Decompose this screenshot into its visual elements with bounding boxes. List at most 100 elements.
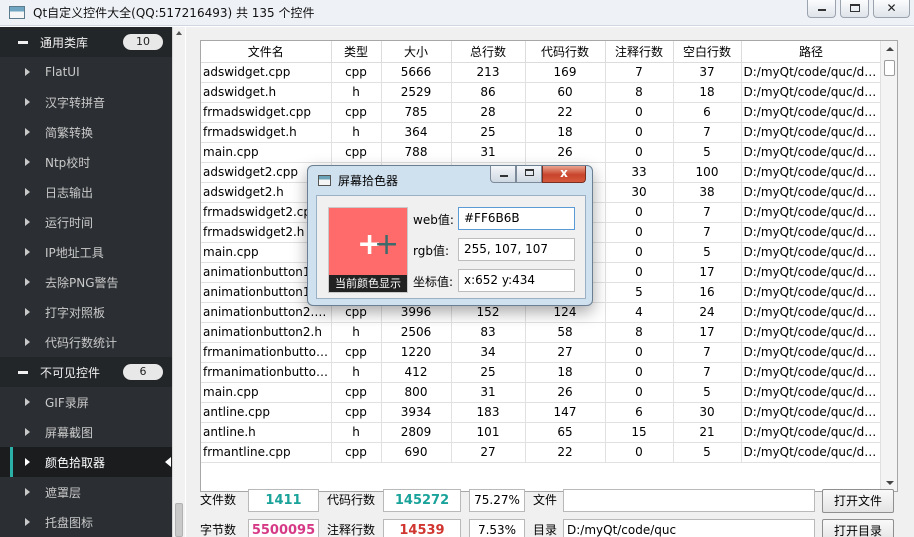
table-row[interactable]: antline.cpp cpp 3934 183 147 6 30 D:/myQt/code/… (201, 402, 882, 423)
cell-blank: 7 (673, 122, 742, 143)
triangle-right-icon (25, 218, 30, 226)
col-header-blank[interactable]: 空白行数 (673, 41, 742, 63)
cell-filename: frmadswidget.h (201, 122, 332, 143)
cell-filename: main.cpp (201, 382, 332, 403)
file-path-field[interactable] (563, 489, 815, 512)
sidebar-item-typing[interactable]: 打字对照板 (0, 297, 185, 327)
table-row[interactable]: main.cpp cpp 788 31 26 0 5 D:/myQt/code/quc/de.… (201, 142, 882, 163)
cell-comment: 0 (605, 262, 674, 283)
comment-lines-value: 14539 (383, 519, 461, 537)
dialog-body: + + 当前颜色显示 web值: #FF6B6B rgb值: 255, 107,… (316, 195, 586, 299)
sidebar-item-log[interactable]: 日志输出 (0, 177, 185, 207)
minimize-icon (500, 175, 508, 177)
cell-size: 788 (381, 142, 452, 163)
web-value-field[interactable]: #FF6B6B (458, 207, 575, 230)
sidebar-item-runtime[interactable]: 运行时间 (0, 207, 185, 237)
cell-filename: animationbutton2.h (201, 322, 332, 343)
table-row[interactable]: adswidget.h h 2529 86 60 8 18 D:/myQt/code/quc/… (201, 82, 882, 103)
cell-blank: 24 (673, 302, 742, 323)
sidebar-item-screenshot[interactable]: 屏幕截图 (0, 417, 185, 447)
sidebar-item-tray[interactable]: 托盘图标 (0, 507, 185, 537)
scroll-down-icon[interactable] (886, 481, 894, 485)
table-row[interactable]: animationbutton2.h h 2506 83 58 8 17 D:/myQt/co… (201, 322, 882, 343)
table-scrollbar[interactable] (880, 41, 897, 491)
col-header-total[interactable]: 总行数 (451, 41, 526, 63)
cell-blank: 16 (673, 282, 742, 303)
sidebar-item-png[interactable]: 去除PNG警告 (0, 267, 185, 297)
crosshair-shadow-icon: + (374, 227, 400, 262)
rgb-value-field[interactable]: 255, 107, 107 (458, 238, 575, 261)
table-row[interactable]: main.cpp cpp 800 31 26 0 5 D:/myQt/code/quc/de.… (201, 382, 882, 403)
col-header-path[interactable]: 路径 (741, 41, 882, 63)
close-button[interactable]: ✕ (873, 0, 910, 18)
open-file-button[interactable]: 打开文件 (822, 489, 894, 513)
bytes-value: 5500095 (248, 519, 319, 537)
table-row[interactable]: frmantline.cpp cpp 690 27 22 0 5 D:/myQt/code/q… (201, 442, 882, 463)
cell-size: 2506 (381, 322, 452, 343)
sidebar-item-label: 屏幕截图 (45, 425, 94, 440)
scroll-thumb[interactable] (884, 60, 895, 76)
table-row[interactable]: frmanimationbutton.cppcpp1220342707D:/my… (201, 342, 882, 363)
col-header-size[interactable]: 大小 (381, 41, 452, 63)
dialog-title-bar[interactable]: 屏幕拾色器 x (308, 166, 592, 194)
dialog-minimize-button[interactable] (490, 166, 516, 183)
table-row[interactable]: adswidget.cpp cpp 5666 213 169 7 37 D:/myQt/cod… (201, 62, 882, 83)
open-dir-button[interactable]: 打开目录 (822, 519, 894, 537)
dialog-close-button[interactable]: x (542, 166, 586, 183)
col-header-type[interactable]: 类型 (331, 41, 382, 63)
table-row[interactable]: frmadswidget.cpp cpp 785 28 22 0 6 D:/myQt/code… (201, 102, 882, 123)
color-picker-dialog[interactable]: 屏幕拾色器 x + + 当前颜色显示 web值: #FF6B6B rgb值: 2… (307, 165, 593, 306)
col-header-filename[interactable]: 文件名 (201, 41, 332, 63)
sidebar-group-label: 不可见控件 (40, 365, 101, 380)
coord-value-field[interactable]: x:652 y:434 (458, 269, 575, 292)
sidebar-item-codecount[interactable]: 代码行数统计 (0, 327, 185, 357)
dir-path-field[interactable]: D:/myQt/code/quc (563, 519, 815, 537)
cell-type: cpp (331, 62, 382, 83)
cell-type: cpp (331, 442, 382, 463)
dialog-title: 屏幕拾色器 (338, 174, 399, 188)
cell-blank: 5 (673, 142, 742, 163)
scroll-thumb[interactable] (175, 503, 183, 537)
comment-percent: 7.53% (469, 519, 525, 537)
cell-type: cpp (331, 382, 382, 403)
file-count-label: 文件数 (200, 493, 237, 507)
cell-type: h (331, 422, 382, 443)
cell-total: 86 (451, 82, 526, 103)
code-lines-value: 145272 (383, 489, 461, 512)
scroll-up-icon[interactable] (886, 47, 894, 51)
scroll-up-icon[interactable] (176, 31, 182, 35)
dialog-maximize-button[interactable] (516, 166, 542, 183)
sidebar-item-colorpicker[interactable]: 颜色拾取器 (0, 447, 185, 477)
sidebar-item-flatui[interactable]: FlatUI (0, 57, 185, 87)
sidebar-group-common[interactable]: 通用类库 10 (0, 27, 185, 57)
sidebar-item-mask[interactable]: 遮罩层 (0, 477, 185, 507)
cell-blank: 7 (673, 362, 742, 383)
maximize-icon (525, 169, 534, 176)
stats-panel: 文件数 1411 代码行数 145272 75.27% 文件 打开文件 字节数 … (186, 487, 914, 537)
table-header-row: 文件名 类型 大小 总行数 代码行数 注释行数 空白行数 路径 (201, 41, 882, 63)
table-row[interactable]: frmanimationbutton.h h 412 25 18 0 7 D:/myQt/co… (201, 362, 882, 383)
col-header-comment[interactable]: 注释行数 (605, 41, 674, 63)
cell-path: D:/myQt/code/quc/de... (741, 422, 882, 443)
table-row[interactable]: frmadswidget.h h 364 25 18 0 7 D:/myQt/code/quc… (201, 122, 882, 143)
sidebar-item-gif[interactable]: GIF录屏 (0, 387, 185, 417)
cell-filename: frmadswidget.cpp (201, 102, 332, 123)
sidebar-group-invisible[interactable]: 不可见控件 6 (0, 357, 185, 387)
sidebar-item-ip[interactable]: IP地址工具 (0, 237, 185, 267)
sidebar-item-jianfan[interactable]: 简繁转换 (0, 117, 185, 147)
cell-comment: 0 (605, 382, 674, 403)
sidebar-item-pinyin[interactable]: 汉字转拼音 (0, 87, 185, 117)
cell-comment: 8 (605, 322, 674, 343)
table-row[interactable]: antline.h h 2809 101 65 15 21 D:/myQt/code/quc/… (201, 422, 882, 443)
sidebar-item-label: Ntp校时 (45, 155, 91, 170)
maximize-button[interactable] (840, 0, 869, 18)
cell-type: h (331, 122, 382, 143)
cell-code: 26 (525, 142, 606, 163)
count-badge: 6 (123, 364, 163, 380)
sidebar-scrollbar[interactable] (172, 27, 185, 537)
cell-blank: 7 (673, 222, 742, 243)
cell-code: 22 (525, 102, 606, 123)
minimize-button[interactable] (807, 0, 836, 18)
col-header-code[interactable]: 代码行数 (525, 41, 606, 63)
sidebar-item-ntp[interactable]: Ntp校时 (0, 147, 185, 177)
